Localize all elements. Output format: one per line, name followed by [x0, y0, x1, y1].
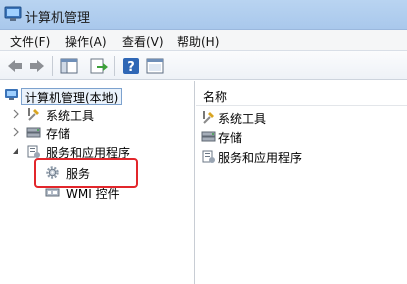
tree-root-label: 计算机管理(本地): [25, 91, 119, 105]
storage-icon: [26, 127, 41, 138]
details-pane: 名称 系统工具 存储 服务和应用程序: [196, 81, 407, 284]
properties-icon[interactable]: [145, 56, 165, 76]
list-item-storage[interactable]: 存储: [196, 127, 407, 146]
highlight-annotation-box: [34, 158, 138, 188]
system-tools-icon: [203, 111, 214, 124]
system-tools-icon: [28, 108, 39, 121]
tree-item-system-tools[interactable]: 系统工具: [0, 105, 195, 124]
list-item-label: 服务和应用程序: [218, 151, 303, 165]
services-and-applications-icon: [27, 145, 40, 158]
forward-icon[interactable]: [27, 56, 47, 76]
show-hide-tree-icon[interactable]: [59, 56, 79, 76]
export-icon[interactable]: [89, 56, 109, 76]
menu-file[interactable]: 文件(F): [10, 33, 50, 50]
back-icon[interactable]: [5, 56, 25, 76]
menu-action[interactable]: 操作(A): [65, 33, 107, 50]
expand-arrow-icon[interactable]: [12, 109, 20, 119]
collapse-arrow-icon[interactable]: [12, 146, 20, 156]
list-item-services-and-applications[interactable]: 服务和应用程序: [196, 147, 407, 166]
toolbar-separator: [114, 56, 115, 76]
services-and-applications-icon: [202, 150, 215, 163]
menu-view[interactable]: 查看(V): [122, 33, 164, 50]
help-icon[interactable]: ?: [121, 56, 141, 76]
tree-item-label: 系统工具: [46, 109, 95, 123]
toolbar: ?: [0, 50, 407, 80]
menu-help[interactable]: 帮助(H): [177, 33, 219, 50]
list-item-label: 系统工具: [218, 112, 267, 126]
tree-root[interactable]: 计算机管理(本地): [0, 85, 195, 105]
svg-text:?: ?: [127, 60, 135, 75]
storage-icon: [201, 131, 216, 142]
tree-item-label: 存储: [46, 127, 71, 141]
window-title: 计算机管理: [25, 11, 91, 26]
column-header-label: 名称: [203, 90, 228, 104]
expand-arrow-icon[interactable]: [12, 127, 20, 137]
computer-management-icon: [4, 6, 22, 21]
menu-bar: 文件(F) 操作(A) 查看(V) 帮助(H): [0, 30, 407, 50]
list-item-label: 存储: [218, 131, 243, 145]
tree-root-selection: 计算机管理(本地): [21, 88, 123, 105]
column-header-name[interactable]: 名称: [196, 84, 407, 106]
toolbar-separator: [52, 56, 53, 76]
list-item-system-tools[interactable]: 系统工具: [196, 108, 407, 127]
computer-management-icon: [5, 89, 18, 100]
tree-item-storage[interactable]: 存储: [0, 123, 195, 142]
title-bar: 计算机管理: [0, 0, 407, 30]
